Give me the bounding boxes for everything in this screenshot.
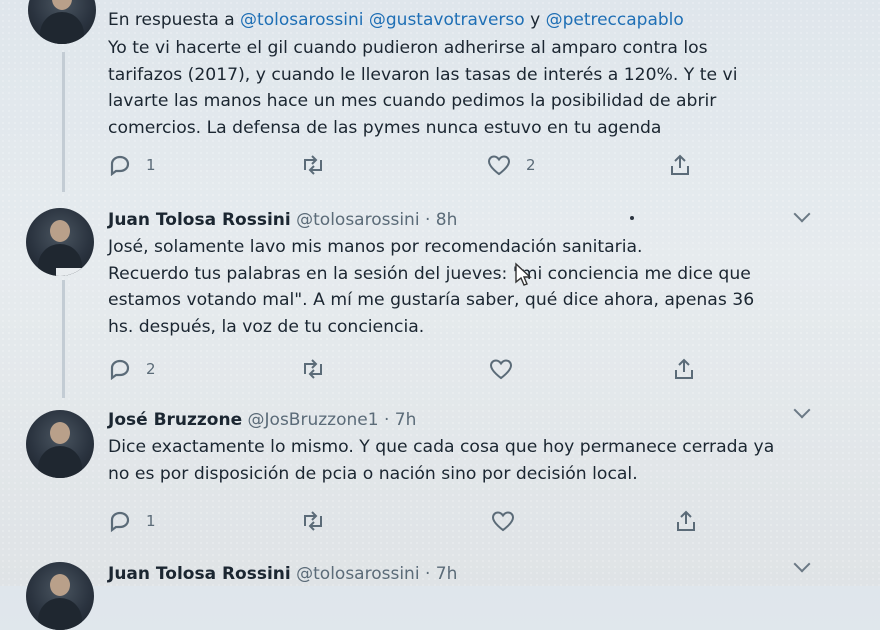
- reply-count: 1: [146, 156, 156, 174]
- tweet-time[interactable]: 8h: [436, 210, 458, 230]
- share-button[interactable]: [674, 510, 698, 532]
- avatar[interactable]: [26, 562, 94, 630]
- reply-icon: [110, 359, 130, 380]
- tweet-text-line: no es por disposición de pcia o nación s…: [108, 463, 638, 484]
- tweet-text-line: Dice exactamente lo mismo. Y que cada co…: [108, 437, 775, 457]
- mention-link[interactable]: @gustavotraverso: [369, 10, 525, 30]
- thread-line: [62, 52, 65, 192]
- heart-icon: [489, 359, 513, 380]
- avatar[interactable]: [26, 410, 94, 478]
- reply-count: 1: [146, 512, 156, 530]
- tweet-header: Juan Tolosa Rossini @tolosarossini · 8h: [108, 210, 457, 230]
- reply-button[interactable]: 1: [108, 510, 156, 532]
- retweet-icon: [304, 511, 322, 531]
- dot-marker: [630, 216, 634, 220]
- author-handle[interactable]: @tolosarossini: [296, 564, 419, 584]
- tweet-text: José, solamente lavo mis manos por recom…: [108, 234, 808, 340]
- like-button[interactable]: [488, 358, 528, 380]
- tweet-text: Dice exactamente lo mismo. Y que cada co…: [108, 434, 808, 487]
- chevron-down-icon[interactable]: [793, 401, 811, 419]
- twitter-thread-screen: En respuesta a @tolosarossini @gustavotr…: [0, 0, 880, 630]
- heart-icon: [487, 155, 511, 176]
- heart-icon: [491, 511, 515, 532]
- tweet-text-line: Yo te vi hacerte el gil cuando pudieron …: [108, 38, 708, 58]
- tweet-text-line: José, solamente lavo mis manos por recom…: [108, 237, 643, 257]
- tweet-header: Juan Tolosa Rossini @tolosarossini · 7h: [108, 564, 457, 584]
- separator-dot: ·: [383, 410, 390, 430]
- reply-joiner: y: [530, 10, 541, 30]
- mention-link[interactable]: @tolosarossini: [240, 10, 363, 30]
- tweet-time[interactable]: 7h: [395, 410, 417, 430]
- reply-icon: [110, 511, 130, 532]
- separator-dot: ·: [424, 564, 431, 584]
- author-name[interactable]: José Bruzzone: [108, 410, 242, 430]
- retweet-button[interactable]: [300, 154, 340, 176]
- mention-link[interactable]: @petreccapablo: [546, 10, 684, 30]
- tweet-text: Yo te vi hacerte el gil cuando pudieron …: [108, 35, 808, 141]
- author-name[interactable]: Juan Tolosa Rossini: [108, 564, 291, 584]
- share-icon: [671, 154, 689, 175]
- reply-button[interactable]: 1: [108, 154, 156, 176]
- reply-icon: [110, 155, 130, 176]
- chevron-down-icon[interactable]: [793, 555, 811, 573]
- reply-prefix: En respuesta a: [108, 10, 235, 30]
- retweet-icon: [304, 359, 322, 379]
- avatar[interactable]: [28, 0, 96, 44]
- tweet-text-line: comercios. La defensa de las pymes nunca…: [108, 117, 662, 138]
- share-button[interactable]: [672, 358, 696, 380]
- tweet-text-line: estamos votando mal". A mí me gustaría s…: [108, 290, 755, 311]
- share-button[interactable]: [668, 154, 692, 176]
- separator-dot: ·: [424, 210, 431, 230]
- like-button[interactable]: [490, 510, 530, 532]
- like-count: 2: [526, 156, 536, 174]
- avatar[interactable]: [26, 208, 94, 276]
- like-button[interactable]: 2: [486, 154, 536, 176]
- reply-count: 2: [146, 360, 156, 378]
- reply-button[interactable]: 2: [108, 358, 156, 380]
- tweet-header: José Bruzzone @JosBruzzone1 · 7h: [108, 410, 416, 430]
- author-handle[interactable]: @JosBruzzone1: [248, 410, 379, 430]
- retweet-button[interactable]: [300, 510, 340, 532]
- tweet-time[interactable]: 7h: [436, 564, 458, 584]
- share-icon: [675, 358, 693, 379]
- reply-context: En respuesta a @tolosarossini @gustavotr…: [108, 10, 684, 30]
- tweet-text-line: tarifazos (2017), y cuando le llevaron l…: [108, 64, 738, 85]
- retweet-button[interactable]: [300, 358, 340, 380]
- mouse-cursor-icon: [515, 262, 532, 286]
- share-icon: [677, 510, 695, 531]
- chevron-down-icon[interactable]: [793, 205, 811, 223]
- tweet-text-line: Recuerdo tus palabras en la sesión del j…: [108, 263, 751, 284]
- thread-line: [62, 280, 65, 398]
- tweet-text-line: lavarte las manos hace un mes cuando ped…: [108, 91, 717, 112]
- tweet-text-line: hs. después, la voz de tu conciencia.: [108, 316, 425, 337]
- retweet-icon: [304, 155, 322, 175]
- author-handle[interactable]: @tolosarossini: [296, 210, 419, 230]
- author-name[interactable]: Juan Tolosa Rossini: [108, 210, 291, 230]
